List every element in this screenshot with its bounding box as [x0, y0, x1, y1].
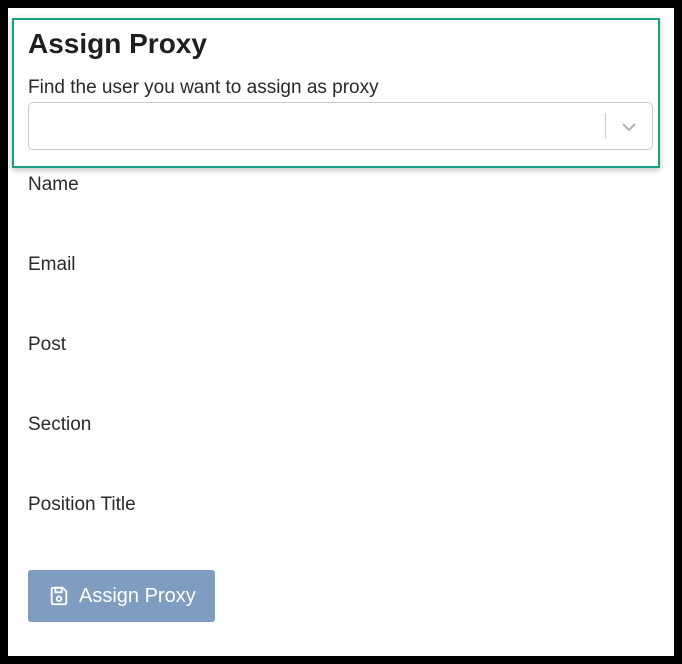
chevron-down-icon[interactable] — [619, 117, 639, 137]
user-select-dropdown[interactable] — [28, 102, 653, 150]
name-label: Name — [28, 174, 79, 195]
position-title-label: Position Title — [28, 494, 136, 515]
assign-proxy-button[interactable]: Assign Proxy — [28, 570, 215, 622]
select-separator — [605, 113, 606, 139]
save-icon — [50, 586, 68, 606]
email-label: Email — [28, 254, 76, 275]
user-search-prompt: Find the user you want to assign as prox… — [28, 77, 379, 98]
page-title: Assign Proxy — [28, 28, 207, 59]
post-label: Post — [28, 334, 67, 355]
assign-proxy-button-label: Assign Proxy — [79, 585, 196, 607]
section-label: Section — [28, 414, 92, 435]
